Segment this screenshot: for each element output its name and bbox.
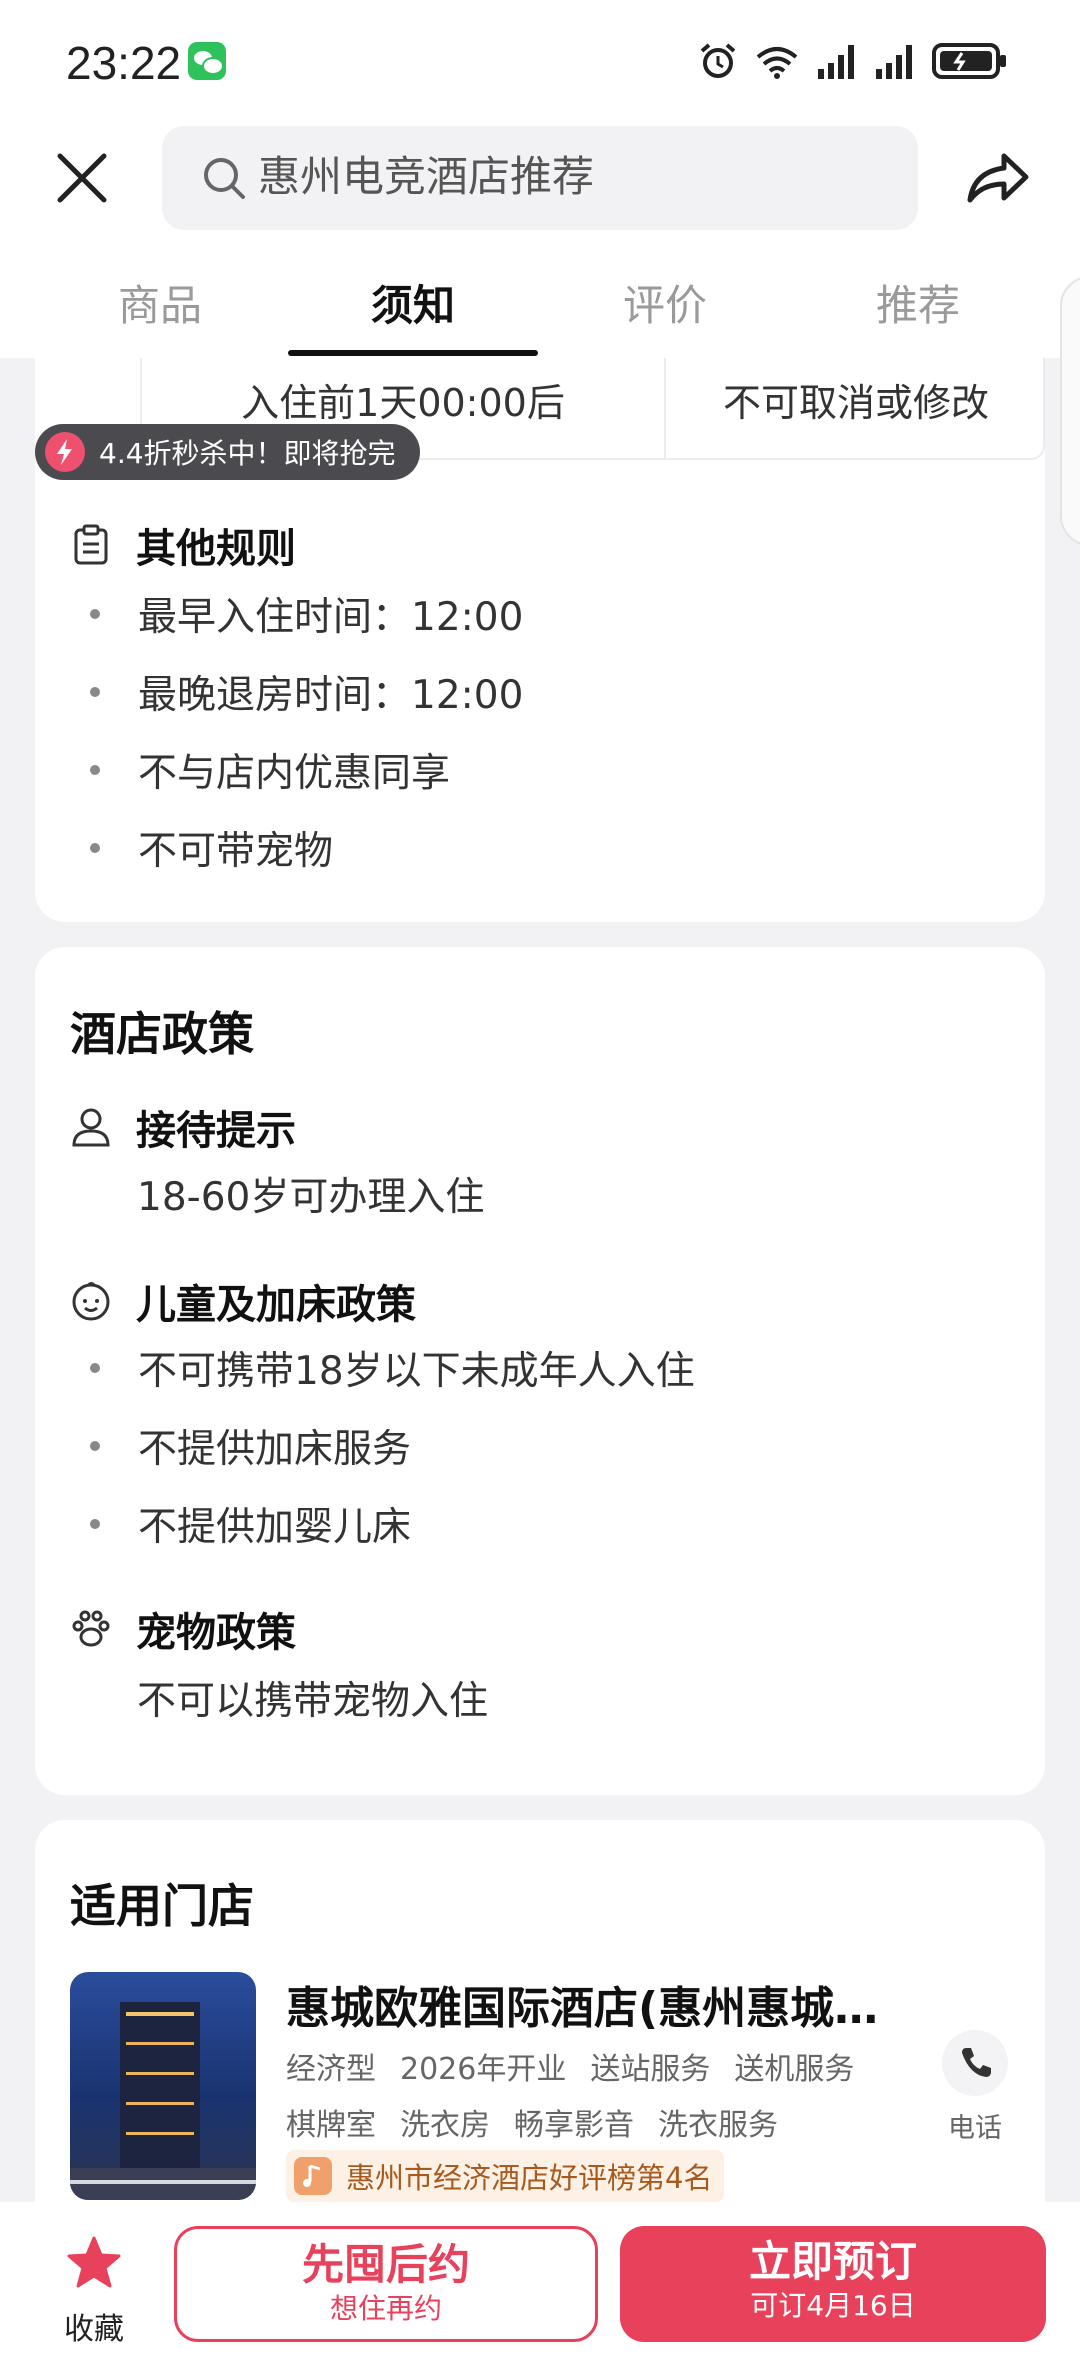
- side-drawer-handle[interactable]: [1060, 276, 1080, 546]
- search-query: 惠州电竞酒店推荐: [258, 152, 595, 201]
- phone-label[interactable]: 电话: [948, 2106, 1002, 2145]
- hotel-tag: 畅享影音: [514, 2108, 634, 2143]
- reserve-later-button[interactable]: 先囤后约 想住再约: [174, 2226, 598, 2342]
- close-icon[interactable]: [50, 146, 114, 210]
- signal-icon-2: [876, 45, 912, 79]
- pets-title: 宠物政策: [136, 1610, 296, 1656]
- favorite-button[interactable]: 收藏: [54, 2234, 134, 2348]
- list-item: 最晚退房时间：12:00: [90, 664, 523, 720]
- children-heading: 儿童及加床政策: [70, 1272, 416, 1330]
- pets-heading: 宠物政策: [70, 1600, 296, 1658]
- search-icon: [204, 158, 245, 199]
- rule-text: 最早入住时间：12:00: [138, 595, 524, 640]
- stores-title: 适用门店: [70, 1879, 254, 1933]
- favorite-label: 收藏: [64, 2312, 124, 2347]
- battery-icon: [932, 43, 1006, 79]
- rule-text: 最晚退房时间：12:00: [138, 673, 524, 718]
- search-input[interactable]: 惠州电竞酒店推荐: [162, 126, 918, 230]
- clipboard-icon: [74, 524, 108, 565]
- wechat-notification-icon: [188, 42, 226, 80]
- search-row: 惠州电竞酒店推荐: [0, 126, 1080, 230]
- list-item: 不提供加婴儿床: [90, 1496, 411, 1552]
- cancel-rule-cell: 不可取消或修改: [722, 381, 989, 425]
- hotel-tag: 洗衣服务: [658, 2108, 778, 2143]
- flash-sale-text: 4.4折秒杀中！即将抢完: [99, 437, 396, 470]
- hotel-tags-row-1: 经济型 2026年开业 送站服务 送机服务: [286, 2044, 854, 2088]
- book-now-button[interactable]: 立即预订 可订4月16日: [620, 2226, 1046, 2342]
- tab-goods[interactable]: 商品: [80, 272, 240, 333]
- bottom-action-bar: 收藏 先囤后约 想住再约 立即预订 可订4月16日: [0, 2202, 1080, 2373]
- book-sub-label: 可订4月16日: [750, 2289, 916, 2322]
- status-bar: 23:22: [0, 0, 1080, 120]
- policy-text: 不提供加床服务: [138, 1427, 412, 1472]
- hotel-tag: 棋牌室: [286, 2108, 376, 2143]
- book-main-label: 立即预订: [748, 2237, 917, 2286]
- hotel-tag: 2026年开业: [400, 2052, 567, 2087]
- person-icon: [72, 1108, 110, 1147]
- reception-title: 接待提示: [136, 1108, 296, 1154]
- policy-text: 不可携带18岁以下未成年人入住: [138, 1349, 695, 1394]
- status-icons: [698, 36, 1008, 86]
- other-rules-title: 其他规则: [136, 526, 296, 572]
- flash-sale-tag[interactable]: 4.4折秒杀中！即将抢完: [35, 424, 420, 480]
- wifi-icon: [756, 47, 798, 79]
- other-rules-heading: 其他规则: [70, 516, 296, 574]
- policy-text: 不提供加婴儿床: [138, 1505, 412, 1550]
- cancel-time-cell: 入住前1天00:00后: [241, 381, 565, 425]
- reserve-sub-label: 想住再约: [329, 2292, 442, 2325]
- hotel-policy-title: 酒店政策: [70, 1007, 254, 1061]
- tab-notice[interactable]: 须知: [333, 272, 493, 333]
- music-note-icon: [294, 2157, 332, 2195]
- tab-active-indicator: [288, 350, 538, 356]
- hotel-tag: 送站服务: [590, 2052, 711, 2087]
- tab-reviews[interactable]: 评价: [585, 272, 745, 333]
- rule-text: 不与店内优惠同享: [138, 751, 451, 796]
- share-icon[interactable]: [962, 144, 1032, 214]
- signal-icon: [818, 45, 854, 79]
- lightning-icon: [45, 432, 85, 472]
- list-item: 不与店内优惠同享: [90, 742, 450, 798]
- list-item: 最早入住时间：12:00: [90, 586, 523, 642]
- list-item: 不可带宠物: [90, 820, 333, 876]
- reception-text: 18-60岁可办理入住: [137, 1175, 485, 1220]
- reserve-main-label: 先囤后约: [301, 2240, 470, 2289]
- tab-bar: 商品 须知 评价 推荐: [0, 258, 1080, 358]
- tab-recommend[interactable]: 推荐: [838, 272, 998, 333]
- list-item: 不提供加床服务: [90, 1418, 411, 1474]
- status-time: 23:22: [66, 37, 182, 89]
- rank-text: 惠州市经济酒店好评榜第4名: [346, 2161, 713, 2195]
- rule-text: 不可带宠物: [138, 829, 334, 874]
- hotel-tag: 送机服务: [734, 2052, 855, 2087]
- list-item: 不可携带18岁以下未成年人入住: [90, 1340, 695, 1396]
- phone-button[interactable]: [942, 2030, 1008, 2096]
- reception-heading: 接待提示: [70, 1098, 296, 1156]
- baby-face-icon: [72, 1282, 110, 1321]
- hotel-tags-row-2: 棋牌室 洗衣房 畅享影音 洗衣服务: [286, 2100, 778, 2144]
- hotel-photo[interactable]: [70, 1972, 256, 2200]
- paw-icon: [72, 1610, 110, 1647]
- pets-text: 不可以携带宠物入住: [137, 1679, 489, 1724]
- hotel-tag: 经济型: [286, 2052, 376, 2087]
- hotel-name[interactable]: 惠城欧雅国际酒店(惠州惠城…: [286, 1972, 926, 2036]
- star-icon: [67, 2236, 121, 2288]
- top-bar: 23:22 惠州电竞酒店推荐 商品 须知 评价 推荐: [0, 0, 1080, 358]
- phone-icon: [962, 2048, 991, 2077]
- children-title: 儿童及加床政策: [136, 1282, 416, 1328]
- alarm-icon: [700, 43, 736, 78]
- rank-badge[interactable]: 惠州市经济酒店好评榜第4名: [286, 2150, 725, 2202]
- hotel-tag: 洗衣房: [400, 2108, 490, 2143]
